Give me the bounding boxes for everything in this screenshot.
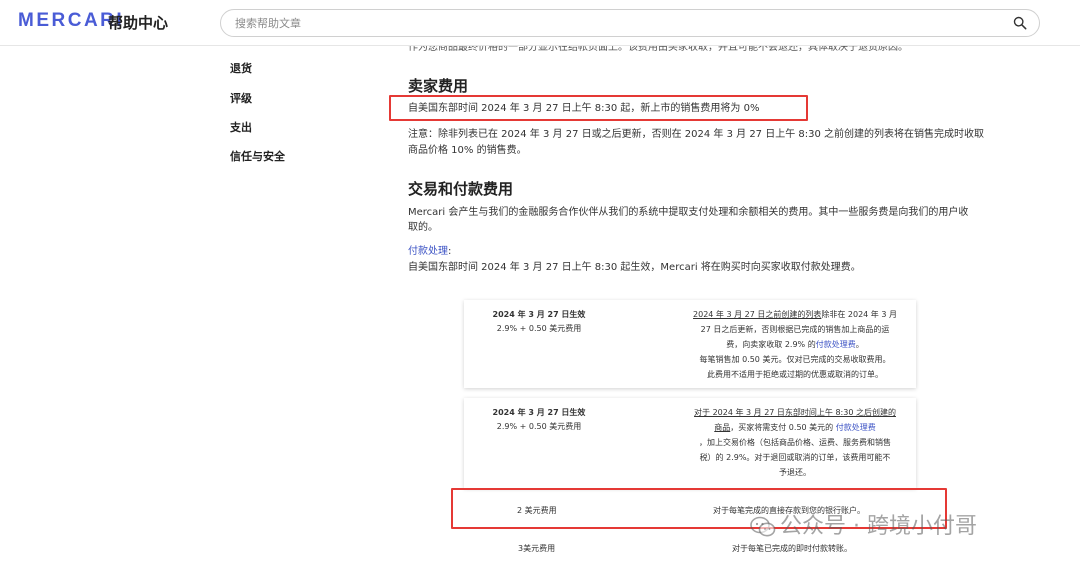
table1-line4: 每笔销售加 0.50 美元。仅对已完成的交易收取费用。	[699, 355, 891, 364]
table2-line3: ，加上交易价格（包括商品价格、运费、服务费和销售	[699, 438, 891, 447]
table2-line5: 予退还。	[779, 468, 811, 477]
payment-processing-line: 自美国东部时间 2024 年 3 月 27 日上午 8:30 起生效，Merca…	[408, 262, 861, 273]
seller-fee-note-line1: 注意：除非列表已在 2024 年 3 月 27 日或之后更新，否则在 2024 …	[408, 129, 985, 140]
payment-fee-link-1[interactable]: 付款处理费	[816, 340, 856, 349]
seller-fees-heading: 卖家费用	[408, 77, 469, 95]
watermark-text: 公众号 · 跨境小付哥	[780, 514, 977, 539]
effective-date-label-2: 2024 年 3 月 27 日生效	[492, 408, 586, 417]
payment-processing-link[interactable]: 付款处理	[408, 246, 448, 257]
fee-table-row-2-right: 对于 2024 年 3 月 27 日东部时间上午 8:30 之后创建的 商品，买…	[682, 405, 908, 480]
table1-line2: 27 日之后更新，否则根据已完成的销售加上商品的运	[700, 325, 890, 334]
fee-amount: 2.9% + 0.50 美元费用	[496, 324, 582, 333]
table2-line4: 税）的 2.9%。对于退回或取消的订单，该费用可能不	[699, 453, 891, 462]
instant-pay-fee: 3美元费用	[518, 544, 556, 553]
fee-table-row-2-left: 2024 年 3 月 27 日生效 2.9% + 0.50 美元费用	[464, 406, 614, 434]
search-input[interactable]	[235, 10, 995, 36]
payment-processing-label: 付款处理:	[408, 244, 451, 260]
table1-line5: 此费用不适用于拒绝或过期的优惠或取消的订单。	[707, 370, 883, 379]
sidebar-item-trust-safety[interactable]: 信任与安全	[230, 148, 285, 164]
watermark: 公众号 · 跨境小付哥	[750, 508, 977, 540]
listing-before-date-rest: 除非在 2024 年 3 月	[821, 310, 897, 319]
transaction-para-line2: 取的。	[408, 222, 438, 233]
table1-line3-pre: 费，向卖家收取 2.9% 的	[726, 340, 816, 349]
highlight-box-seller-fee	[389, 95, 808, 121]
search-icon[interactable]	[1013, 16, 1027, 30]
instant-pay-desc: 对于每笔已完成的即时付款转账。	[732, 544, 852, 553]
payment-colon: :	[448, 246, 452, 257]
fee-table-row-1-left: 2024 年 3 月 27 日生效 2.9% + 0.50 美元费用	[464, 308, 614, 336]
sidebar-item-payouts[interactable]: 支出	[230, 119, 252, 135]
items-after-date-text: 对于 2024 年 3 月 27 日东部时间上午 8:30 之后创建的	[694, 408, 896, 417]
fee-table-row-1-right: 2024 年 3 月 27 日之前创建的列表除非在 2024 年 3 月 27 …	[682, 307, 908, 382]
payment-fee-link-2[interactable]: 付款处理费	[836, 423, 876, 432]
transaction-fees-heading: 交易和付款费用	[408, 180, 514, 198]
fee-amount-2: 2.9% + 0.50 美元费用	[496, 422, 582, 431]
table1-line3-post: 。	[855, 340, 864, 349]
sidebar-item-ratings[interactable]: 评级	[230, 90, 252, 106]
top-header: MERCARI 帮助中心	[0, 0, 1080, 46]
search-bar[interactable]	[220, 9, 1040, 37]
table2-line2-rest: ，买家将需支付 0.50 美元的	[730, 423, 834, 432]
effective-date-label: 2024 年 3 月 27 日生效	[492, 310, 586, 319]
fee-table-row-1: 2024 年 3 月 27 日生效 2.9% + 0.50 美元费用 2024 …	[464, 300, 916, 388]
seller-fee-note-line2: 商品价格 10% 的销售费。	[408, 145, 527, 156]
help-center-title[interactable]: 帮助中心	[108, 12, 168, 33]
transaction-para-line1: Mercari 会产生与我们的金融服务合作伙伴从我们的系统中提取支付处理和余额相…	[408, 207, 969, 218]
wechat-icon	[750, 516, 776, 537]
listing-before-date-text: 2024 年 3 月 27 日之前创建的列表	[693, 310, 822, 319]
sidebar-item-returns[interactable]: 退货	[230, 60, 252, 76]
fee-table-row-2: 2024 年 3 月 27 日生效 2.9% + 0.50 美元费用 对于 20…	[464, 398, 916, 488]
items-text: 商品	[714, 423, 731, 432]
